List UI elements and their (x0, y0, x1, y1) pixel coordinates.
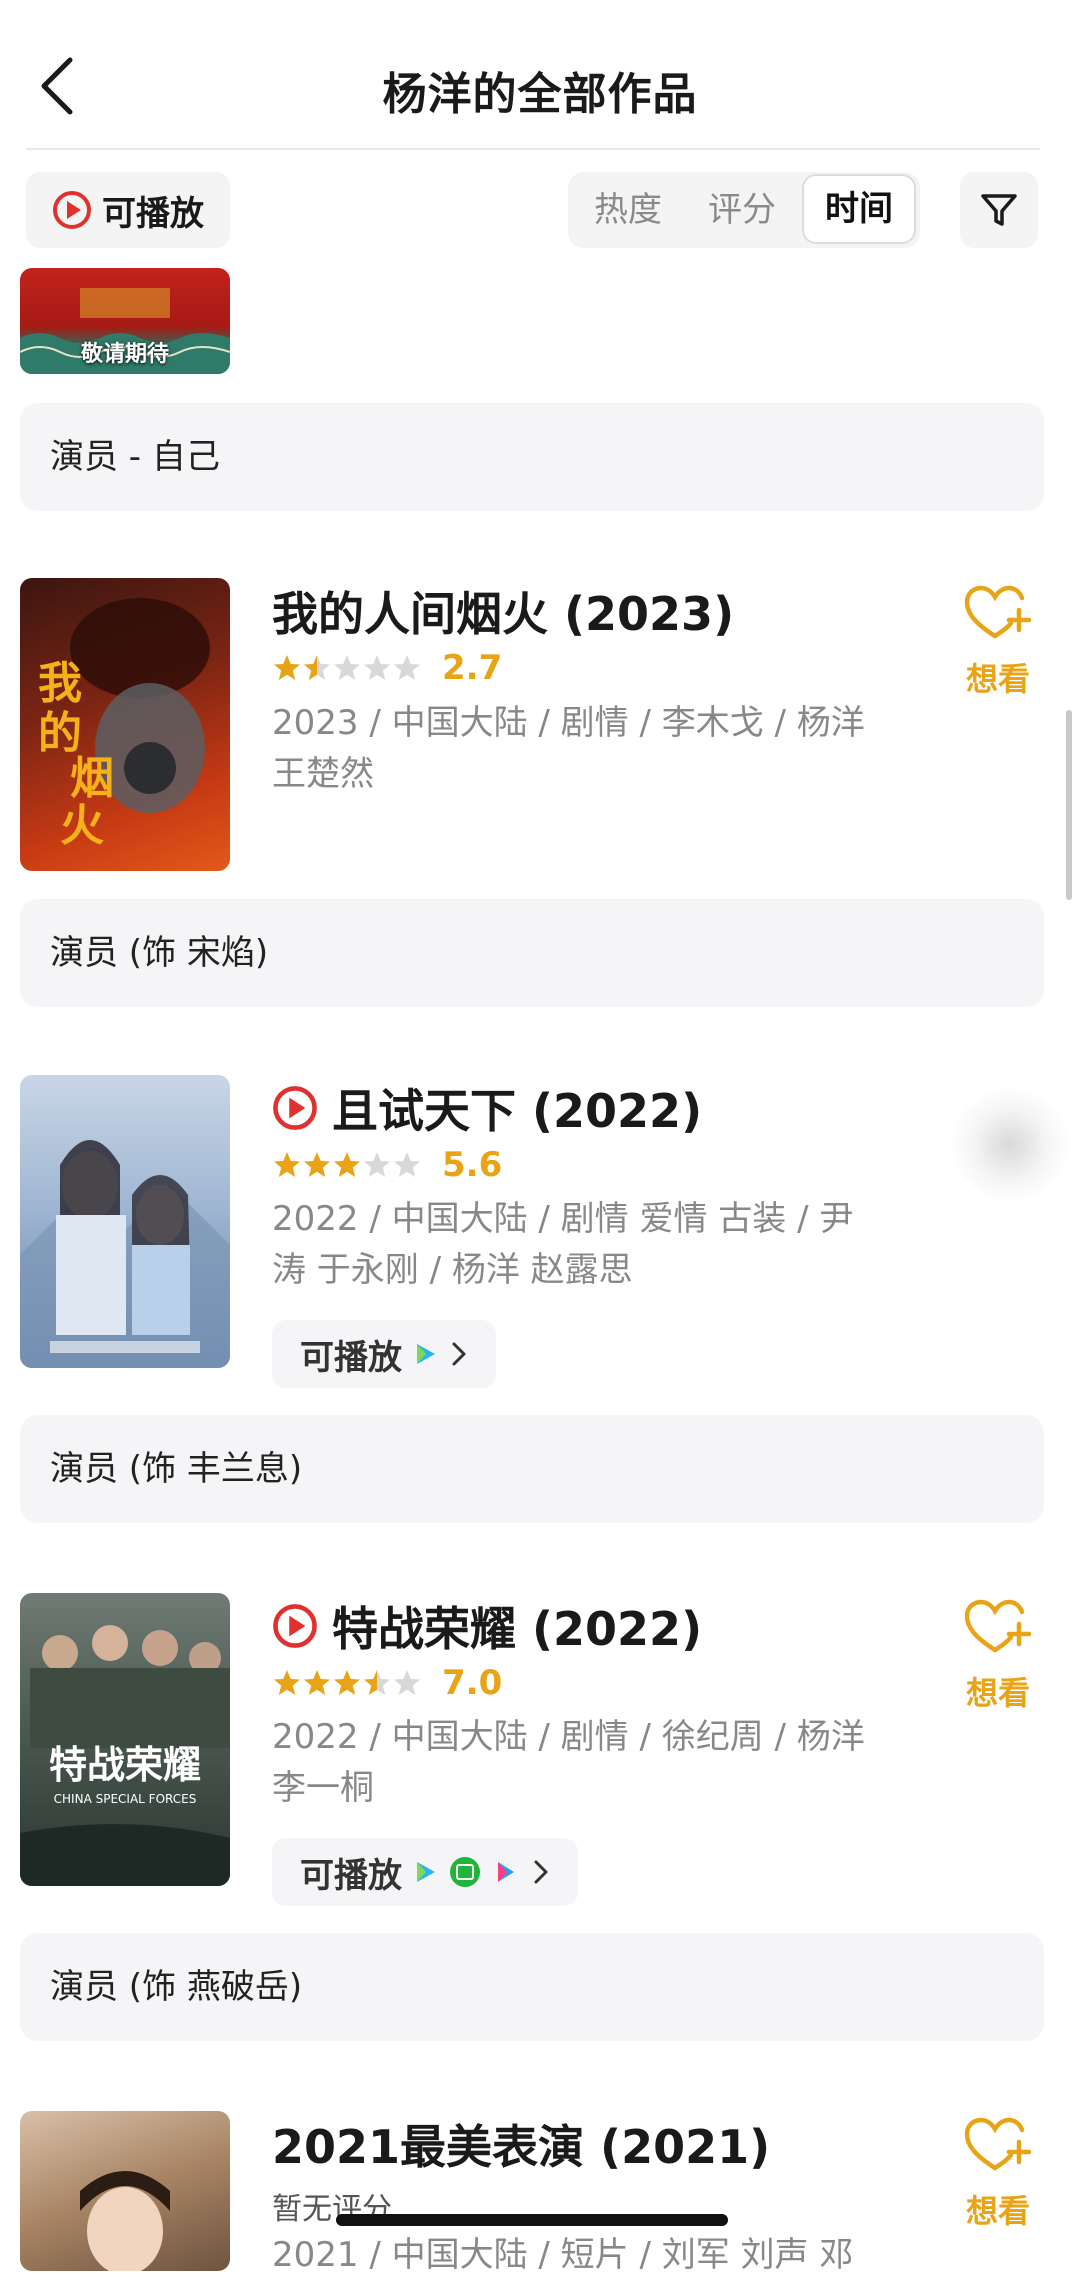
playable-chip-label: 可播放 (300, 1855, 402, 1896)
playable-chip-label: 可播放 (300, 1337, 402, 1378)
nav-header: 杨洋的全部作品 (0, 0, 1080, 150)
score-value: 7.0 (442, 1663, 503, 1703)
page-title: 杨洋的全部作品 (382, 69, 698, 120)
work-title[interactable]: 且试天下 (2022) (272, 1075, 702, 1141)
role-label: 演员 (饰 丰兰息) (50, 1449, 303, 1489)
play-circle-icon (53, 191, 91, 229)
svg-text:的: 的 (38, 708, 82, 759)
chevron-right-icon (452, 1342, 466, 1366)
poster-caption: 敬请期待 (80, 342, 169, 367)
rating-row: 5.6 (272, 1145, 502, 1185)
work-title[interactable]: 我的人间烟火 (2023) (272, 578, 734, 644)
work-title-text: 且试天下 (2022) (332, 1084, 703, 1138)
role-box: 演员 (饰 宋焰) (20, 899, 1044, 1007)
want-to-watch-button[interactable]: 想看 (958, 1598, 1038, 1714)
blurred-overlay (950, 1090, 1070, 1200)
playable-filter-label: 可播放 (102, 193, 204, 234)
poster-work-1[interactable]: 我 的 烟 火 (20, 578, 230, 871)
playable-filter-button[interactable]: 可播放 (26, 172, 230, 248)
scrollbar[interactable] (1066, 710, 1072, 900)
svg-text:特战荣耀: 特战荣耀 (49, 1743, 201, 1787)
sort-segmented-control: 热度 评分 时间 (568, 172, 920, 248)
want-label: 想看 (965, 1674, 1030, 1712)
want-label: 想看 (965, 2192, 1030, 2230)
svg-text:烟: 烟 (70, 753, 114, 804)
poster-work-4[interactable] (20, 2111, 230, 2271)
work-title-text: 2021最美表演 (2021) (272, 2120, 771, 2174)
sort-option-hot[interactable]: 热度 (578, 172, 678, 248)
sort-option-time[interactable]: 时间 (802, 174, 916, 244)
poster-work-3[interactable]: 特战荣耀 CHINA SPECIAL FORCES (20, 1593, 230, 1886)
play-circle-icon (273, 1086, 317, 1130)
want-to-watch-button[interactable]: 想看 (958, 584, 1038, 700)
chevron-right-icon (534, 1860, 548, 1884)
heart-plus-icon (964, 585, 1032, 639)
filter-bar: 可播放 热度 评分 时间 (0, 172, 1080, 252)
star-rating-icon (274, 1670, 420, 1695)
heart-plus-icon (964, 1599, 1032, 1653)
funnel-icon (981, 194, 1017, 226)
want-to-watch-button[interactable]: 想看 (958, 2116, 1038, 2232)
svg-text:我: 我 (38, 658, 82, 709)
work-title-text: 特战荣耀 (2022) (332, 1602, 703, 1656)
work-meta: 2023 / 中国大陆 / 剧情 / 李木戈 / 杨洋 王楚然 (272, 703, 865, 794)
role-box: 演员 (饰 燕破岳) (20, 1933, 1044, 2041)
iqiyi-icon (450, 1857, 480, 1887)
tencent-video-icon (417, 1344, 435, 1364)
heart-plus-icon (964, 2117, 1032, 2171)
star-rating-icon (274, 1152, 420, 1177)
filter-button[interactable] (960, 172, 1038, 248)
work-meta: 2021 / 中国大陆 / 短片 / 刘军 刘声 邓 (272, 2235, 854, 2275)
work-title-text: 我的人间烟火 (2023) (272, 587, 735, 641)
tencent-video-icon (417, 1862, 435, 1882)
rating-row: 2.7 (272, 648, 502, 688)
score-value: 2.7 (442, 648, 503, 688)
poster-work-2[interactable] (20, 1075, 230, 1368)
score-value: 5.6 (442, 1145, 503, 1185)
role-label: 演员 (饰 燕破岳) (50, 1967, 303, 2007)
svg-text:CHINA SPECIAL FORCES: CHINA SPECIAL FORCES (54, 1792, 197, 1806)
playable-chip[interactable]: 可播放 (272, 1838, 578, 1906)
svg-text:火: 火 (60, 800, 104, 851)
rating-row: 7.0 (272, 1663, 502, 1703)
star-rating-icon (274, 655, 420, 680)
header-divider (26, 148, 1040, 150)
role-label: 演员 (饰 宋焰) (50, 933, 269, 973)
want-label: 想看 (965, 660, 1030, 698)
role-box: 演员 (饰 丰兰息) (20, 1415, 1044, 1523)
youku-icon (498, 1862, 514, 1882)
poster-upcoming[interactable]: 敬请期待 (20, 268, 230, 374)
work-title[interactable]: 2021最美表演 (2021) (272, 2111, 770, 2177)
role-label: 演员 - 自己 (50, 437, 220, 477)
playable-chip[interactable]: 可播放 (272, 1320, 496, 1388)
work-meta: 2022 / 中国大陆 / 剧情 / 徐纪周 / 杨洋 李一桐 (272, 1717, 865, 1808)
work-meta: 2022 / 中国大陆 / 剧情 爱情 古装 / 尹涛 于永刚 / 杨洋 赵露思 (272, 1199, 854, 1290)
play-circle-icon (273, 1604, 317, 1648)
sort-option-rating[interactable]: 评分 (692, 172, 792, 248)
work-title[interactable]: 特战荣耀 (2022) (272, 1593, 702, 1659)
role-box: 演员 - 自己 (20, 403, 1044, 511)
home-indicator[interactable] (336, 2214, 728, 2226)
